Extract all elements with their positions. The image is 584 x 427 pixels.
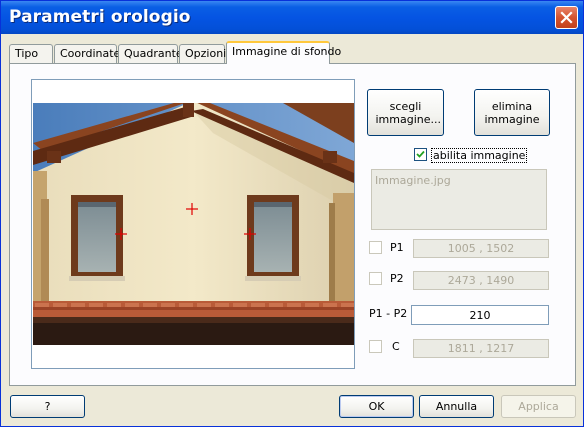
p1-checkbox[interactable] xyxy=(369,241,382,254)
close-icon xyxy=(560,11,573,24)
dialog-window: Parametri orologio Tipo Coordinate Quadr… xyxy=(0,0,584,427)
close-button[interactable] xyxy=(555,6,578,29)
background-image-preview[interactable] xyxy=(33,103,354,345)
p2-label: P2 xyxy=(390,272,404,285)
tab-immagine-di-sfondo[interactable]: Immagine di sfondo xyxy=(226,41,341,64)
center-checkbox[interactable] xyxy=(369,340,382,353)
center-coordinates-field[interactable]: 1811 , 1217 xyxy=(413,339,549,358)
image-filename-field[interactable]: Immagine.jpg xyxy=(371,169,547,230)
remove-image-label: elimina immagine xyxy=(484,99,540,126)
tab-coordinate[interactable]: Coordinate xyxy=(54,44,120,63)
tab-tipo[interactable]: Tipo xyxy=(9,44,53,63)
tab-opzioni[interactable]: Opzioni xyxy=(179,44,226,63)
title-bar[interactable]: Parametri orologio xyxy=(1,1,583,34)
checkmark-icon xyxy=(416,150,425,158)
p1-label: P1 xyxy=(390,241,404,254)
enable-image-label[interactable]: abilita immagine xyxy=(431,148,528,163)
window-title: Parametri orologio xyxy=(9,7,191,27)
p2-checkbox[interactable] xyxy=(369,272,382,285)
tab-quadrante[interactable]: Quadrante xyxy=(118,44,183,63)
remove-image-button[interactable]: elimina immagine xyxy=(474,89,550,136)
cancel-button[interactable]: Annulla xyxy=(419,395,494,418)
choose-image-label: scegli immagine... xyxy=(375,99,442,126)
p2-coordinates-field[interactable]: 2473 , 1490 xyxy=(413,271,549,290)
choose-image-button[interactable]: scegli immagine... xyxy=(367,89,444,136)
house-photo xyxy=(33,103,354,345)
help-button[interactable]: ? xyxy=(10,395,85,418)
center-label: C xyxy=(392,340,400,353)
apply-button[interactable]: Applica xyxy=(501,395,576,418)
distance-field[interactable]: 210 xyxy=(411,305,549,325)
distance-label: P1 - P2 xyxy=(369,307,408,320)
p1-coordinates-field[interactable]: 1005 , 1502 xyxy=(413,239,549,258)
image-preview-frame xyxy=(31,79,355,369)
ok-button[interactable]: OK xyxy=(339,395,414,418)
enable-image-checkbox[interactable] xyxy=(414,148,427,161)
